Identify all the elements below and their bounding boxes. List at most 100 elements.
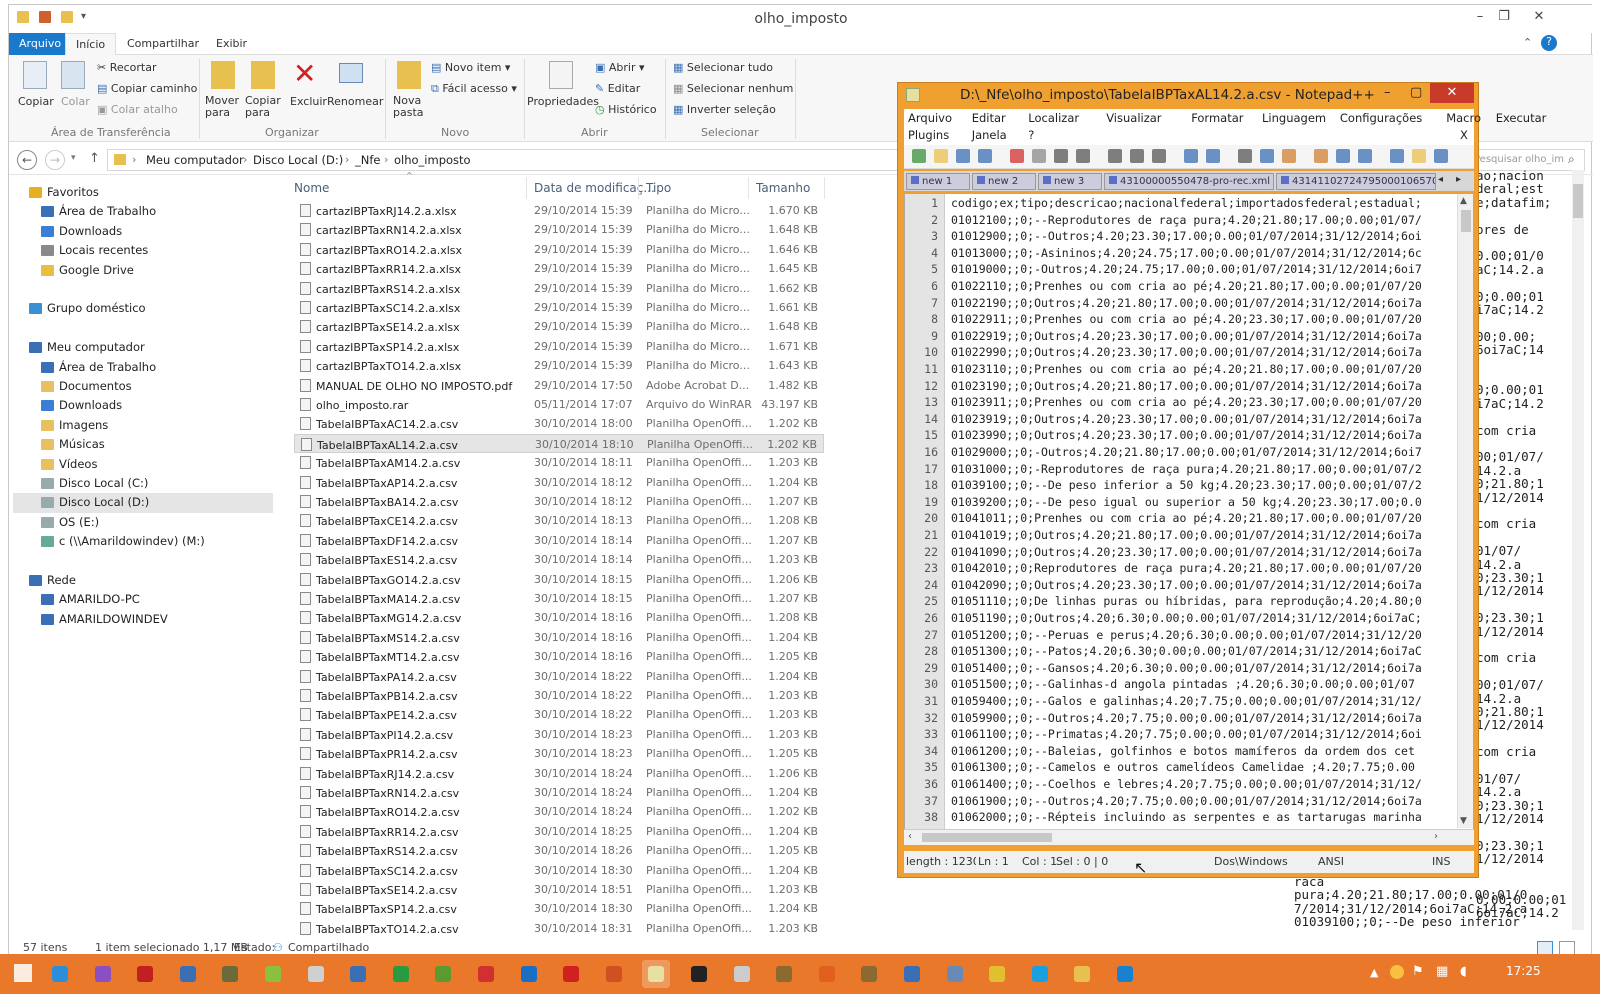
file-row[interactable]: TabelaIBPTaxGO14.2.a.csv 30/10/2014 18:15… (294, 570, 824, 589)
copy-icon[interactable] (1108, 149, 1122, 163)
undo-icon[interactable] (1152, 149, 1166, 163)
new-item-button[interactable]: ▤ Novo item ▾ (431, 61, 510, 74)
taskbar-app-button[interactable] (898, 960, 926, 988)
file-row[interactable]: TabelaIBPTaxMA14.2.a.csv 30/10/2014 18:15… (294, 589, 824, 608)
close-button[interactable]: ✕ (1521, 9, 1557, 27)
network-icon[interactable]: ▦ (1436, 964, 1448, 979)
close-all-icon[interactable] (1032, 149, 1046, 163)
paste-icon[interactable] (61, 61, 85, 89)
file-row[interactable]: TabelaIBPTaxPB14.2.a.csv 30/10/2014 18:22… (294, 686, 824, 705)
editor-tab[interactable]: new 1 (906, 173, 970, 190)
editor-tab[interactable]: 43141102724795000106570010 (1276, 173, 1436, 190)
macro-icon[interactable] (1412, 149, 1426, 163)
code-line[interactable]: 01061900;;0;--Outros;4.20;7.75;0.00;0.00… (951, 794, 1471, 808)
show-all-chars-icon[interactable] (1358, 149, 1372, 163)
file-row[interactable]: MANUAL DE OLHO NO IMPOSTO.pdf 29/10/2014 … (294, 376, 824, 395)
taskbar-app-button[interactable] (387, 960, 415, 988)
taskbar-app-button[interactable] (429, 960, 457, 988)
indent-guide-icon[interactable] (1390, 149, 1404, 163)
file-row[interactable]: TabelaIBPTaxAC14.2.a.csv 30/10/2014 18:00… (294, 414, 824, 433)
collapse-ribbon-icon[interactable]: ⌃ (1523, 36, 1532, 49)
nav-item[interactable]: AMARILDOWINDEV (13, 610, 273, 629)
code-line[interactable]: codigo;ex;tipo;descricao;nacionalfederal… (951, 196, 1471, 210)
scroll-right-icon[interactable]: › (1434, 831, 1438, 842)
code-line[interactable]: 01023990;;0;Outros;4.20;23.30;17.00;0.00… (951, 428, 1471, 442)
file-row[interactable]: cartazIBPTaxSE14.2.a.xlsx 29/10/2014 15:3… (294, 317, 824, 336)
maximize-button[interactable]: ❐ (1493, 9, 1515, 27)
breadcrumb-item[interactable]: olho_imposto (394, 153, 471, 167)
taskbar-app-button[interactable] (1068, 960, 1096, 988)
menu-item[interactable]: Executar (1496, 111, 1547, 125)
taskbar-app-button[interactable] (983, 960, 1011, 988)
code-line[interactable]: 01051400;;0;--Gansos;4.20;6.30;0.00;0.00… (951, 661, 1471, 675)
forward-arrow-icon[interactable]: → (45, 150, 65, 170)
editor-tab[interactable]: new 2 (972, 173, 1036, 190)
run-icon[interactable] (1434, 149, 1448, 163)
redo-icon[interactable] (1184, 149, 1198, 163)
word-wrap-icon[interactable] (1336, 149, 1350, 163)
rename-icon[interactable] (339, 63, 363, 83)
menu-item[interactable]: Arquivo (908, 111, 952, 125)
volume-icon[interactable]: ◖ (1460, 964, 1467, 979)
npp-maximize-button[interactable]: ▢ (1410, 85, 1422, 100)
file-row[interactable]: cartazIBPTaxSC14.2.a.xlsx 29/10/2014 15:3… (294, 298, 824, 317)
code-line[interactable]: 01023110;;0;Prenhes ou com cria ao pé;4.… (951, 362, 1471, 376)
code-line[interactable]: 01062000;;0;--Répteis incluindo as serpe… (951, 810, 1471, 824)
taskbar-app-button[interactable] (89, 960, 117, 988)
editor-area[interactable]: 1 2 3 4 5 6 7 8 9 10 11 12 13 14 15 16 17 18 19 20 21 22 23 24 2… (904, 193, 1474, 845)
taskbar-app-button[interactable] (685, 960, 713, 988)
file-row[interactable]: TabelaIBPTaxMT14.2.a.csv 30/10/2014 18:16… (294, 647, 824, 666)
taskbar-app-button[interactable] (174, 960, 202, 988)
history-button[interactable]: ◷ Histórico (595, 103, 657, 116)
taskbar-app-button[interactable] (557, 960, 585, 988)
code-line[interactable]: 01012900;;0;--Outros;4.20;23.30;17.00;0.… (951, 229, 1471, 243)
column-header-size[interactable]: Tamanho (756, 181, 810, 195)
properties-button[interactable]: Propriedades (527, 95, 599, 108)
nav-item[interactable]: Disco Local (C:) (13, 474, 273, 493)
file-row[interactable]: TabelaIBPTaxAM14.2.a.csv 30/10/2014 18:11… (294, 453, 824, 472)
nav-item[interactable]: c (\\Amarildowindev) (M:) (13, 532, 273, 551)
taskbar-app-button[interactable] (472, 960, 500, 988)
minimize-button[interactable]: – (1469, 9, 1491, 27)
nav-item[interactable]: Google Drive (13, 261, 273, 280)
new-folder-big-icon[interactable] (397, 61, 421, 89)
breadcrumb-item[interactable]: Meu computador (146, 153, 244, 167)
menu-item[interactable]: Plugins (908, 128, 949, 142)
code-line[interactable]: 01059400;;0;--Galos e galinhas;4.20;7.75… (951, 694, 1471, 708)
up-arrow-icon[interactable]: ↑ (89, 151, 100, 166)
taskbar-app-button[interactable] (1111, 960, 1139, 988)
action-center-flag-icon[interactable]: ⚑ (1412, 964, 1424, 979)
nav-item[interactable]: OS (E:) (13, 513, 273, 532)
nav-item[interactable]: AMARILDO-PC (13, 590, 273, 609)
file-row[interactable]: cartazIBPTaxRJ14.2.a.xlsx 29/10/2014 15:3… (294, 201, 824, 220)
taskbar-app-button[interactable] (302, 960, 330, 988)
paste-icon[interactable] (1130, 149, 1144, 163)
move-to-icon[interactable] (211, 61, 235, 89)
file-row[interactable]: TabelaIBPTaxSE14.2.a.csv 30/10/2014 18:51… (294, 880, 824, 899)
details-view-icon[interactable] (1537, 941, 1553, 955)
code-line[interactable]: 01013000;;0;-Asininos;4.20;24.75;17.00;0… (951, 246, 1471, 260)
file-row[interactable]: TabelaIBPTaxPI14.2.a.csv 30/10/2014 18:23… (294, 725, 824, 744)
code-line[interactable]: 01061300;;0;--Camelos e outros camelídeo… (951, 760, 1471, 774)
file-row[interactable]: TabelaIBPTaxSP14.2.a.csv 30/10/2014 18:30… (294, 899, 824, 918)
column-header-name[interactable]: Nome (294, 181, 329, 195)
nav-item[interactable]: Vídeos (13, 455, 273, 474)
open-file-icon[interactable] (934, 149, 948, 163)
delete-icon[interactable]: ✕ (293, 57, 316, 90)
file-row[interactable]: TabelaIBPTaxRJ14.2.a.csv 30/10/2014 18:24… (294, 764, 824, 783)
taskbar-app-button[interactable] (131, 960, 159, 988)
chevron-right-icon[interactable]: › (384, 153, 388, 166)
file-row[interactable]: TabelaIBPTaxMS14.2.a.csv 30/10/2014 18:16… (294, 628, 824, 647)
file-row[interactable]: TabelaIBPTaxTO14.2.a.csv 30/10/2014 18:31… (294, 919, 824, 938)
cut-button[interactable]: ✂ Recortar (97, 61, 157, 74)
code-line[interactable]: 01041019;;0;Outros;4.20;21.80;17.00;0.00… (951, 528, 1471, 542)
editor-tab[interactable]: 43100000550478-pro-rec.xml (1104, 173, 1274, 190)
column-header-type[interactable]: Tipo (646, 181, 671, 195)
column-header-date[interactable]: Data de modificaç... (534, 181, 655, 195)
copy-path-button[interactable]: ▤ Copiar caminho (97, 82, 197, 95)
nav-item[interactable]: Músicas (13, 435, 273, 454)
code-line[interactable]: 01042090;;0;Outros;4.20;23.30;17.00;0.00… (951, 578, 1471, 592)
new-file-icon[interactable] (912, 149, 926, 163)
code-line[interactable]: 01022911;;0;Prenhes ou com cria ao pé;4.… (951, 312, 1471, 326)
properties-big-icon[interactable] (549, 61, 573, 89)
